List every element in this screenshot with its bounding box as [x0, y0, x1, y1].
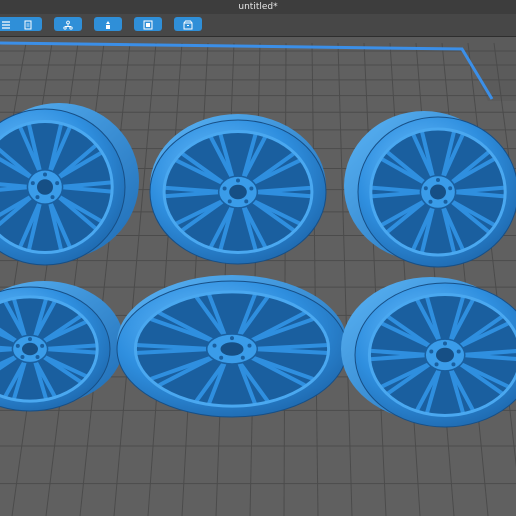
- frame-icon: [143, 15, 153, 34]
- frame-button[interactable]: [134, 17, 162, 31]
- 3d-viewport[interactable]: [0, 37, 516, 516]
- network-button[interactable]: [54, 17, 82, 31]
- window-title: untitled*: [238, 2, 278, 12]
- wheel-model[interactable]: [149, 114, 327, 265]
- list-icon: [1, 15, 11, 34]
- document-icon: [23, 15, 33, 34]
- toolbar: [0, 14, 516, 37]
- support-icon: [103, 15, 113, 34]
- support-button[interactable]: [94, 17, 122, 31]
- wheel-model[interactable]: [116, 275, 348, 418]
- network-icon: [63, 15, 73, 34]
- document-button[interactable]: [14, 17, 42, 31]
- viewport-scene[interactable]: [0, 37, 516, 516]
- archive-icon: [183, 15, 193, 34]
- archive-button[interactable]: [174, 17, 202, 31]
- window-titlebar: untitled*: [0, 0, 516, 14]
